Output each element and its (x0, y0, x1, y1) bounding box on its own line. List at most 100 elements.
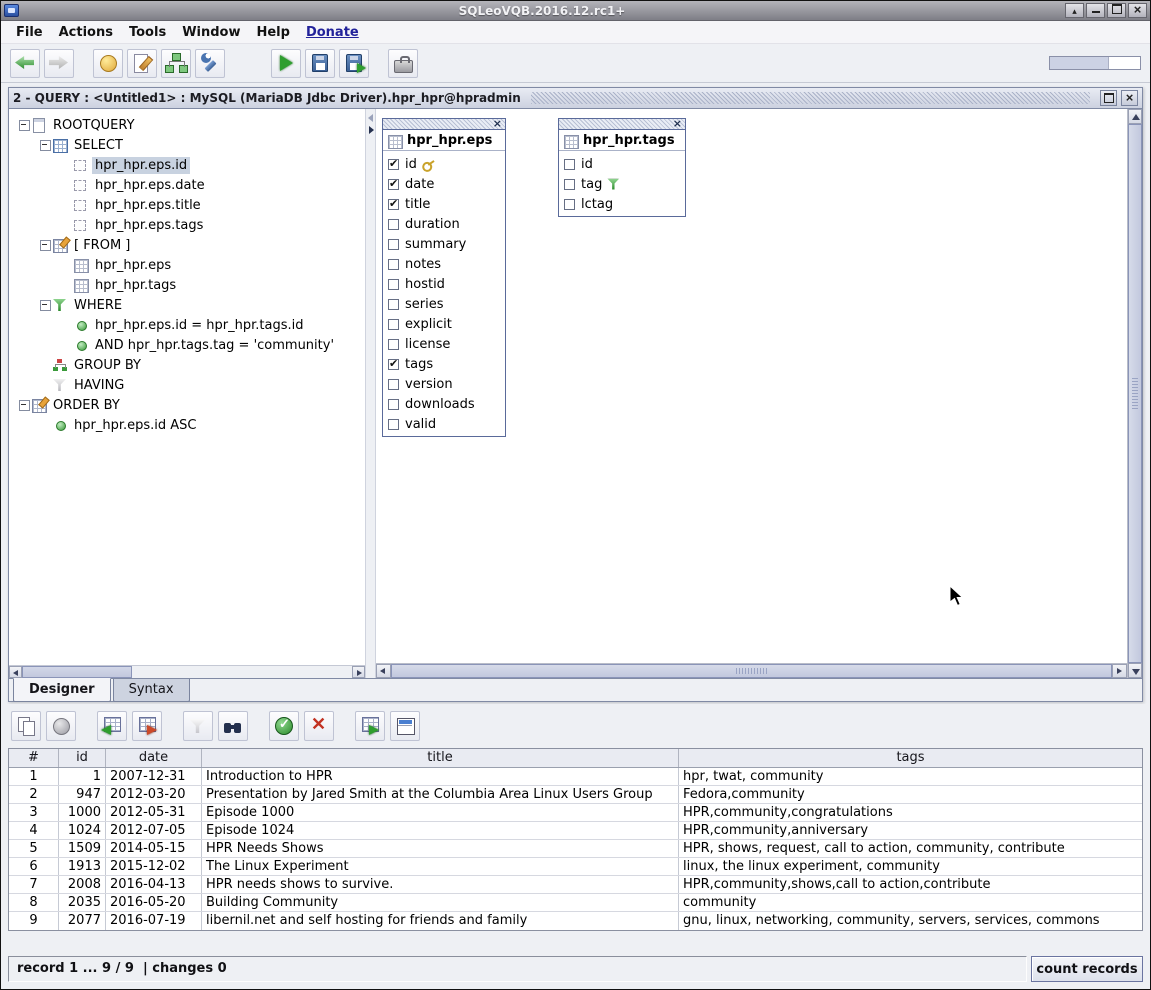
scroll-left-icon[interactable] (376, 664, 391, 678)
find-button[interactable] (218, 711, 248, 741)
column-row[interactable]: series (383, 294, 505, 314)
column-header[interactable]: # (9, 749, 59, 767)
tree-node[interactable]: hpr_hpr.eps.id ASC (9, 415, 365, 435)
column-row[interactable]: tag (559, 174, 685, 194)
tree-expander-icon[interactable] (38, 135, 52, 155)
back-button[interactable] (10, 49, 40, 78)
close-button[interactable] (1128, 3, 1147, 18)
toggle-grid-button[interactable] (390, 711, 420, 741)
result-row[interactable]: 8 2035 2016-05-20 Building Community com… (9, 894, 1142, 912)
column-row[interactable]: duration (383, 214, 505, 234)
result-row[interactable]: 6 1913 2015-12-02 The Linux Experiment l… (9, 858, 1142, 876)
new-query-button[interactable] (127, 49, 157, 78)
minimize-button[interactable] (1086, 3, 1105, 18)
tree-expander-icon[interactable] (59, 315, 73, 335)
scrollbar-thumb[interactable] (1128, 124, 1142, 663)
column-row[interactable]: lctag (559, 194, 685, 214)
metadata-explorer-button[interactable] (93, 49, 123, 78)
menu-actions[interactable]: Actions (51, 23, 121, 42)
column-checkbox[interactable] (388, 239, 399, 250)
scroll-right-icon[interactable] (352, 666, 365, 678)
tab-designer[interactable]: Designer (13, 678, 111, 702)
tree-node[interactable]: hpr_hpr.eps.id (9, 155, 365, 175)
diagram-vertical-scrollbar[interactable] (1127, 109, 1142, 678)
tree-node[interactable]: GROUP BY (9, 355, 365, 375)
column-row[interactable]: summary (383, 234, 505, 254)
tree-node[interactable]: WHERE (9, 295, 365, 315)
result-row[interactable]: 1 1 2007-12-31 Introduction to HPR hpr, … (9, 768, 1142, 786)
tree-expander-icon[interactable] (59, 275, 73, 295)
tree-expander-icon[interactable] (17, 115, 31, 135)
tree-expander-icon[interactable] (38, 295, 52, 315)
commit-button[interactable] (269, 711, 299, 741)
card-drag-handle[interactable] (559, 119, 685, 130)
menu-tools[interactable]: Tools (121, 23, 174, 42)
close-icon[interactable] (491, 117, 504, 130)
scrollbar-thumb[interactable] (391, 664, 1112, 678)
column-row[interactable]: explicit (383, 314, 505, 334)
rollback-button[interactable] (304, 711, 334, 741)
tree-expander-icon[interactable] (59, 255, 73, 275)
tree-expander-icon[interactable] (59, 175, 73, 195)
column-row[interactable]: downloads (383, 394, 505, 414)
result-row[interactable]: 5 1509 2014-05-15 HPR Needs Shows HPR, s… (9, 840, 1142, 858)
tree-node[interactable]: SELECT (9, 135, 365, 155)
menu-donate[interactable]: Donate (298, 23, 367, 42)
column-checkbox[interactable] (388, 419, 399, 430)
column-row[interactable]: date (383, 174, 505, 194)
column-row[interactable]: valid (383, 414, 505, 434)
filter-results-button[interactable] (183, 711, 213, 741)
result-row[interactable]: 2 947 2012-03-20 Presentation by Jared S… (9, 786, 1142, 804)
export-results-button[interactable] (355, 711, 385, 741)
column-checkbox[interactable] (388, 319, 399, 330)
query-frame-titlebar[interactable]: 2 - QUERY : <Untitled1> : MySQL (MariaDB… (9, 88, 1142, 109)
tree-expander-icon[interactable] (38, 415, 52, 435)
column-checkbox[interactable] (388, 299, 399, 310)
column-checkbox[interactable] (388, 279, 399, 290)
maximize-button[interactable] (1107, 3, 1126, 18)
column-checkbox[interactable] (564, 159, 575, 170)
column-header[interactable]: id (59, 749, 106, 767)
tree-node[interactable]: HAVING (9, 375, 365, 395)
column-header[interactable]: date (106, 749, 202, 767)
tree-expander-icon[interactable] (59, 155, 73, 175)
tree-expander-icon[interactable] (17, 395, 31, 415)
forward-button[interactable] (44, 49, 74, 78)
jobs-button[interactable] (388, 49, 418, 78)
next-rows-button[interactable] (132, 711, 162, 741)
menu-file[interactable]: File (8, 23, 51, 42)
column-row[interactable]: license (383, 334, 505, 354)
column-checkbox[interactable] (388, 379, 399, 390)
scroll-down-icon[interactable] (1128, 663, 1142, 678)
diagram-panel[interactable]: hpr_hpr.eps id (376, 109, 1127, 663)
copy-results-button[interactable] (11, 711, 41, 741)
scrollbar-thumb[interactable] (22, 666, 132, 678)
tree-node[interactable]: hpr_hpr.eps.id = hpr_hpr.tags.id (9, 315, 365, 335)
tree-node[interactable]: ROOTQUERY (9, 115, 365, 135)
tree-expander-icon[interactable] (38, 355, 52, 375)
card-drag-handle[interactable] (383, 119, 505, 130)
save-query-button[interactable] (305, 49, 335, 78)
split-divider[interactable] (365, 109, 376, 678)
frame-maximize-button[interactable] (1100, 90, 1117, 106)
column-checkbox[interactable] (388, 339, 399, 350)
drivers-button[interactable] (195, 49, 225, 78)
result-row[interactable]: 7 2008 2016-04-13 HPR needs shows to sur… (9, 876, 1142, 894)
column-row[interactable]: title (383, 194, 505, 214)
tree-node[interactable]: ORDER BY (9, 395, 365, 415)
tree-node[interactable]: AND hpr_hpr.tags.tag = 'community' (9, 335, 365, 355)
result-row[interactable]: 3 1000 2012-05-31 Episode 1000 HPR,commu… (9, 804, 1142, 822)
column-checkbox[interactable] (388, 359, 399, 370)
tab-syntax[interactable]: Syntax (113, 679, 190, 702)
tree-expander-icon[interactable] (38, 375, 52, 395)
column-row[interactable]: hostid (383, 274, 505, 294)
column-row[interactable]: id (559, 154, 685, 174)
shade-button[interactable] (1065, 3, 1084, 18)
column-checkbox[interactable] (564, 199, 575, 210)
column-header[interactable]: tags (679, 749, 1142, 767)
column-checkbox[interactable] (388, 159, 399, 170)
tree-expander-icon[interactable] (59, 195, 73, 215)
scroll-left-icon[interactable] (9, 666, 22, 678)
tree-node[interactable]: [ FROM ] (9, 235, 365, 255)
menu-window[interactable]: Window (174, 23, 248, 42)
